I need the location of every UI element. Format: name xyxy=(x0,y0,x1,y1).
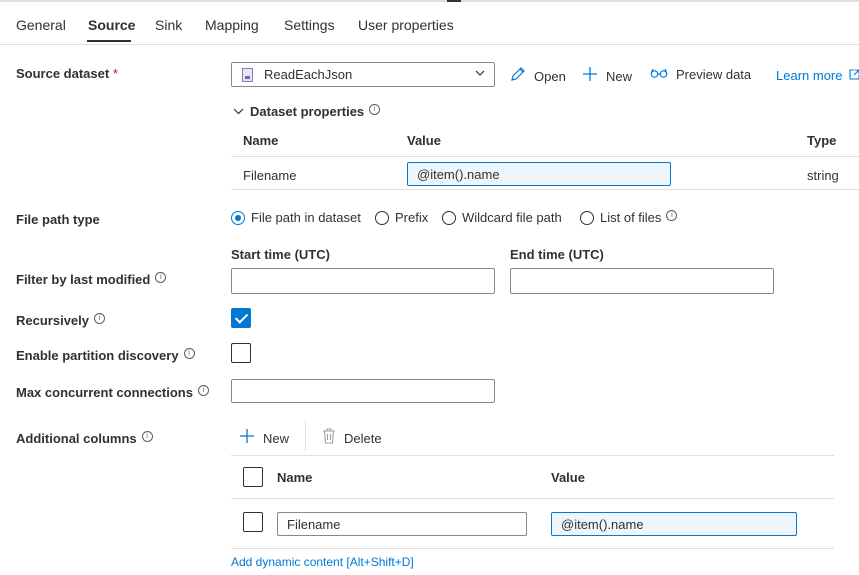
toolbar-divider xyxy=(305,421,306,451)
info-icon: i xyxy=(94,313,105,324)
info-icon: i xyxy=(183,348,195,359)
source-dataset-select[interactable]: ReadEachJson xyxy=(231,62,495,87)
open-label: Open xyxy=(534,69,566,84)
tab-mapping[interactable]: Mapping xyxy=(205,17,259,33)
file-path-type-label: File path type xyxy=(16,212,100,227)
info-icon: i xyxy=(369,104,381,115)
max-connections-label: Max concurrent connections i xyxy=(16,385,209,400)
tab-general[interactable]: General xyxy=(16,17,66,33)
active-tab-indicator xyxy=(87,40,131,42)
add-column-button[interactable]: New xyxy=(239,428,289,448)
property-type: string xyxy=(807,168,839,183)
radio-file-path-in-dataset[interactable]: File path in dataset xyxy=(231,210,361,225)
tab-sink[interactable]: Sink xyxy=(155,17,182,33)
recursively-checkbox[interactable] xyxy=(231,308,251,328)
column-name-header: Name xyxy=(243,133,279,148)
preview-data-button[interactable]: Preview data xyxy=(650,66,751,84)
column-value-header: Value xyxy=(551,470,585,485)
add-column-label: New xyxy=(263,431,290,446)
tab-bar: General Source Sink Mapping Settings Use… xyxy=(0,0,859,45)
column-value-input[interactable]: @item().name xyxy=(551,512,797,536)
filter-last-modified-text: Filter by last modified xyxy=(16,272,151,287)
required-mark: * xyxy=(112,66,118,81)
column-value-header: Value xyxy=(407,133,441,148)
info-icon: i xyxy=(141,431,153,442)
radio-prefix[interactable]: Prefix xyxy=(375,210,428,225)
info-icon: i xyxy=(155,272,167,283)
table-row: Filename @item().name xyxy=(231,500,834,549)
tab-source[interactable]: Source xyxy=(88,17,135,33)
radio-label: Wildcard file path xyxy=(462,210,562,225)
source-dataset-label-text: Source dataset xyxy=(16,66,110,81)
start-time-input[interactable] xyxy=(231,268,495,294)
partition-discovery-checkbox[interactable] xyxy=(231,343,251,363)
external-link-icon xyxy=(849,68,859,83)
learn-more-label: Learn more xyxy=(776,68,843,83)
chevron-down-icon xyxy=(474,66,486,83)
partition-discovery-label: Enable partition discovery i xyxy=(16,348,195,363)
tab-settings[interactable]: Settings xyxy=(284,17,335,33)
source-dataset-label: Source dataset * xyxy=(16,66,118,81)
radio-label: File path in dataset xyxy=(251,210,361,225)
additional-columns-label: Additional columns i xyxy=(16,431,153,446)
property-value-input[interactable]: @item().name xyxy=(407,162,671,186)
trash-icon xyxy=(322,428,336,448)
dataset-icon xyxy=(242,68,253,82)
preview-data-label: Preview data xyxy=(676,67,752,82)
add-dynamic-content-link[interactable]: Add dynamic content [Alt+Shift+D] xyxy=(231,555,414,569)
open-button[interactable]: Open xyxy=(510,66,566,86)
max-connections-input[interactable] xyxy=(231,379,495,403)
radio-indicator xyxy=(375,211,389,225)
property-name: Filename xyxy=(243,168,297,183)
delete-column-button[interactable]: Delete xyxy=(322,428,382,448)
table-row: Filename @item().name string xyxy=(231,157,859,190)
dataset-properties-header: Name Value Type xyxy=(231,128,859,157)
end-time-input[interactable] xyxy=(510,268,774,294)
dataset-properties-title: Dataset properties xyxy=(250,104,365,119)
radio-indicator xyxy=(580,211,594,225)
info-icon: i xyxy=(666,210,678,221)
recursively-text: Recursively xyxy=(16,313,89,328)
filter-last-modified-label: Filter by last modified i xyxy=(16,272,167,287)
radio-indicator xyxy=(442,211,456,225)
info-icon: i xyxy=(197,385,209,396)
additional-columns-text: Additional columns xyxy=(16,431,137,446)
tab-user-properties[interactable]: User properties xyxy=(358,17,454,33)
select-all-checkbox[interactable] xyxy=(243,467,263,487)
max-connections-text: Max concurrent connections xyxy=(16,385,193,400)
additional-columns-header: Name Value xyxy=(231,455,834,499)
learn-more-link[interactable]: Learn more xyxy=(776,68,859,83)
new-dataset-button[interactable]: New xyxy=(582,66,632,86)
end-time-label: End time (UTC) xyxy=(510,247,604,262)
new-dataset-label: New xyxy=(606,69,633,84)
radio-wildcard-file-path[interactable]: Wildcard file path xyxy=(442,210,562,225)
column-name-header: Name xyxy=(277,470,313,485)
source-dataset-selected: ReadEachJson xyxy=(264,67,353,82)
recursively-label: Recursively i xyxy=(16,313,105,328)
radio-label: List of files xyxy=(600,210,662,225)
plus-icon xyxy=(582,66,598,86)
radio-list-of-files[interactable]: List of files i xyxy=(580,210,678,225)
glasses-icon xyxy=(650,66,668,84)
column-name-input[interactable]: Filename xyxy=(277,512,527,536)
radio-indicator xyxy=(231,211,245,225)
dataset-properties-toggle[interactable]: Dataset properties i xyxy=(233,104,381,119)
chevron-down-icon xyxy=(233,104,244,119)
pencil-icon xyxy=(510,66,526,86)
delete-column-label: Delete xyxy=(344,431,382,446)
partition-discovery-text: Enable partition discovery xyxy=(16,348,179,363)
radio-label: Prefix xyxy=(395,210,429,225)
column-type-header: Type xyxy=(807,133,837,148)
plus-icon xyxy=(239,428,255,448)
row-checkbox[interactable] xyxy=(243,512,263,532)
start-time-label: Start time (UTC) xyxy=(231,247,330,262)
